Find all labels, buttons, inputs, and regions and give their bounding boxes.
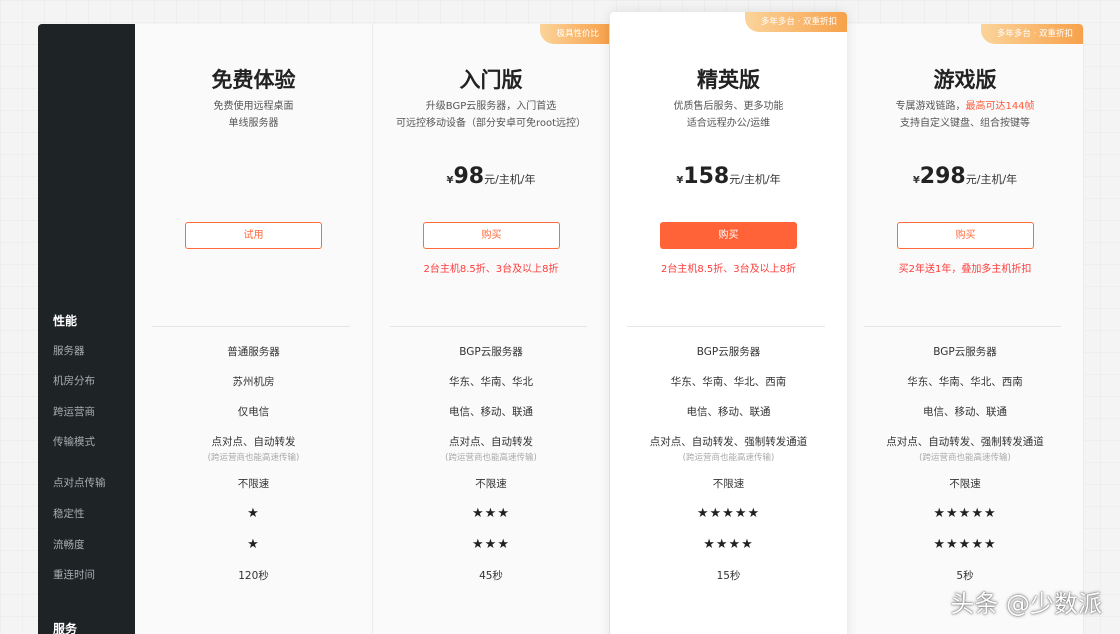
smoothness-stars: ★ bbox=[247, 537, 260, 552]
cell-p2p: 不限速 bbox=[949, 478, 981, 490]
service-heading: 服务 bbox=[53, 622, 78, 634]
divider bbox=[627, 326, 825, 327]
plan-gaming-column: 多年多台 · 双重折扣 游戏版 专属游戏链路，最高可达144帧 支持自定义键盘、… bbox=[847, 24, 1084, 634]
cell-transfer-mode: 点对点、自动转发、强制转发通道 bbox=[886, 436, 1044, 448]
cell-reconnect: 15秒 bbox=[716, 570, 741, 582]
plan-desc-line1: 优质售后服务、更多功能 bbox=[673, 101, 784, 112]
row-label-smoothness: 流畅度 bbox=[53, 539, 85, 551]
price-unit: 元/主机/年 bbox=[729, 173, 781, 186]
performance-heading: 性能 bbox=[53, 314, 78, 328]
cell-server: 普通服务器 bbox=[227, 346, 280, 358]
cell-cross-carrier: 仅电信 bbox=[237, 406, 270, 418]
plan-price: ¥298元/主机/年 bbox=[847, 164, 1083, 189]
cell-reconnect: 5秒 bbox=[956, 570, 974, 582]
cell-cross-carrier: 电信、移动、联通 bbox=[449, 406, 533, 418]
buy-button[interactable]: 购买 bbox=[897, 222, 1034, 249]
cell-transfer-note: (跨运营商也能高速传输) bbox=[445, 453, 537, 463]
price-unit: 元/主机/年 bbox=[484, 173, 536, 186]
row-label-datacenter: 机房分布 bbox=[53, 375, 95, 387]
divider bbox=[390, 326, 587, 327]
stability-stars: ★★★ bbox=[472, 506, 510, 521]
price-value: 98 bbox=[453, 164, 485, 189]
cell-transfer-mode: 点对点、自动转发、强制转发通道 bbox=[649, 436, 808, 448]
cell-p2p: 不限速 bbox=[475, 478, 507, 490]
cell-datacenter: 苏州机房 bbox=[232, 376, 275, 388]
price-unit: 元/主机/年 bbox=[965, 173, 1018, 186]
plan-title: 游戏版 bbox=[933, 68, 997, 92]
plan-desc-line1: 免费使用远程桌面 bbox=[213, 101, 294, 112]
plan-title: 免费体验 bbox=[211, 68, 296, 92]
currency-symbol: ¥ bbox=[912, 175, 920, 186]
cell-datacenter: 华东、华南、华北 bbox=[449, 376, 533, 388]
plan-desc-line2: 适合远程办公/运维 bbox=[686, 118, 771, 129]
promo-text: 买2年送1年，叠加多主机折扣 bbox=[898, 264, 1032, 275]
value-ribbon: 极具性价比 bbox=[540, 24, 609, 44]
cell-datacenter: 华东、华南、华北、西南 bbox=[907, 376, 1023, 388]
row-label-stability: 稳定性 bbox=[53, 508, 85, 520]
promo-text: 2台主机8.5折、3台及以上8折 bbox=[423, 264, 559, 275]
cell-transfer-note: (跨运营商也能高速传输) bbox=[682, 453, 775, 463]
plan-title: 精英版 bbox=[697, 68, 760, 92]
plan-price: ¥98元/主机/年 bbox=[373, 164, 609, 189]
plan-desc-line2: 单线服务器 bbox=[228, 118, 279, 129]
cell-datacenter: 华东、华南、华北、西南 bbox=[670, 376, 787, 388]
plan-desc-line1: 专属游戏链路，最高可达144帧 bbox=[847, 98, 1083, 115]
cell-p2p: 不限速 bbox=[712, 478, 745, 490]
row-label-cross-carrier: 跨运营商 bbox=[53, 406, 95, 418]
fps-highlight: 最高可达144帧 bbox=[965, 101, 1035, 112]
plan-title: 入门版 bbox=[459, 68, 523, 92]
row-label-transfer-mode: 传输模式 bbox=[53, 436, 95, 448]
trial-button[interactable]: 试用 bbox=[185, 222, 322, 249]
plan-price: ¥158元/主机/年 bbox=[610, 164, 847, 189]
divider bbox=[152, 326, 350, 327]
buy-button[interactable]: 购买 bbox=[660, 222, 797, 249]
cell-reconnect: 45秒 bbox=[479, 570, 503, 582]
cell-p2p: 不限速 bbox=[237, 478, 270, 490]
plan-desc-line1: 升级BGP云服务器，入门首选 bbox=[425, 101, 557, 112]
smoothness-stars: ★★★ bbox=[472, 537, 510, 552]
plan-elite-column: 多年多台 · 双重折扣 精英版 优质售后服务、更多功能 适合远程办公/运维 ¥1… bbox=[610, 12, 847, 634]
cell-server: BGP云服务器 bbox=[459, 346, 523, 358]
buy-button[interactable]: 购买 bbox=[423, 222, 560, 249]
stability-stars: ★★★★★ bbox=[933, 506, 997, 521]
smoothness-stars: ★★★★★ bbox=[933, 537, 997, 552]
cell-cross-carrier: 电信、移动、联通 bbox=[923, 406, 1007, 418]
plan-entry-column: 极具性价比 入门版 升级BGP云服务器，入门首选 可远控移动设备（部分安卓可免r… bbox=[373, 24, 610, 634]
stability-stars: ★★★★★ bbox=[696, 506, 761, 521]
discount-ribbon: 多年多台 · 双重折扣 bbox=[744, 12, 847, 32]
stability-stars: ★ bbox=[247, 506, 260, 521]
divider bbox=[864, 326, 1061, 327]
cell-transfer-note: (跨运营商也能高速传输) bbox=[919, 453, 1011, 463]
cell-reconnect: 120秒 bbox=[238, 570, 269, 582]
cell-transfer-mode: 点对点、自动转发 bbox=[211, 436, 296, 448]
discount-ribbon: 多年多台 · 双重折扣 bbox=[980, 24, 1083, 44]
price-value: 158 bbox=[683, 164, 730, 189]
cell-transfer-note: (跨运营商也能高速传输) bbox=[207, 453, 300, 463]
cell-server: BGP云服务器 bbox=[933, 346, 997, 358]
row-label-reconnect: 重连时间 bbox=[53, 569, 95, 581]
plan-desc-line2: 可远控移动设备（部分安卓可免root远控） bbox=[395, 118, 587, 129]
cell-transfer-mode: 点对点、自动转发 bbox=[449, 436, 533, 448]
promo-text: 2台主机8.5折、3台及以上8折 bbox=[661, 264, 796, 275]
price-value: 298 bbox=[919, 164, 966, 189]
feature-sidebar: 性能 服务器 机房分布 跨运营商 传输模式 点对点传输 稳定性 流畅度 重连时间… bbox=[38, 24, 135, 634]
row-label-p2p: 点对点传输 bbox=[53, 477, 106, 489]
plan-free-column: 免费体验 免费使用远程桌面 单线服务器 试用 普通服务器 苏州机房 仅电信 点对… bbox=[135, 24, 373, 634]
cell-cross-carrier: 电信、移动、联通 bbox=[686, 406, 771, 418]
cell-server: BGP云服务器 bbox=[696, 346, 761, 358]
desc-text: 专属游戏链路， bbox=[895, 101, 966, 112]
smoothness-stars: ★★★★ bbox=[703, 537, 754, 552]
plan-desc-line2: 支持自定义键盘、组合按键等 bbox=[900, 118, 1030, 129]
row-label-server: 服务器 bbox=[53, 345, 85, 357]
watermark: 头条 @少数派 bbox=[950, 590, 1102, 618]
